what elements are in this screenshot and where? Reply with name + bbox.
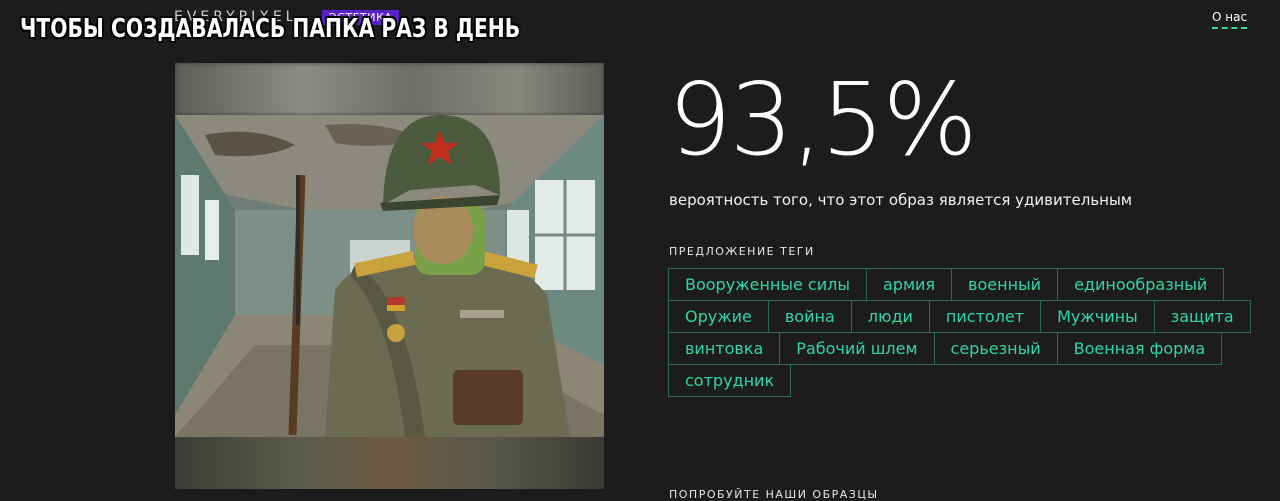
tag[interactable]: Оружие — [668, 300, 769, 333]
overlay-caption: ЧТОБЫ СОЗДАВАЛАСЬ ПАПКА РАЗ В ДЕНЬ — [20, 14, 521, 44]
tag[interactable]: защита — [1153, 300, 1251, 333]
tag-row: винтовка Рабочий шлем серьезный Военная … — [668, 332, 1268, 365]
tag[interactable]: армия — [865, 268, 953, 301]
tag[interactable]: люди — [850, 300, 930, 333]
image-blur-bottom — [175, 437, 604, 489]
tag-row: Вооруженные силы армия военный единообра… — [668, 268, 1268, 301]
tag-list: Вооруженные силы армия военный единообра… — [668, 268, 1268, 397]
tag[interactable]: единообразный — [1057, 268, 1225, 301]
image-blur-top — [175, 63, 604, 115]
uploaded-image — [175, 63, 604, 489]
aesthetics-score: 93,5% — [668, 61, 978, 178]
tag[interactable]: винтовка — [668, 332, 781, 365]
tag[interactable]: война — [767, 300, 852, 333]
soldier-photo — [175, 115, 604, 437]
tag[interactable]: серьезный — [933, 332, 1058, 365]
samples-label: ПОПРОБУЙТЕ НАШИ ОБРАЗЦЫ — [669, 488, 879, 501]
about-link[interactable]: О нас — [1212, 10, 1248, 29]
tag[interactable]: сотрудник — [668, 364, 792, 397]
tag[interactable]: Рабочий шлем — [779, 332, 935, 365]
tag-row: Оружие война люди пистолет Мужчины защит… — [668, 300, 1268, 333]
tag[interactable]: Мужчины — [1040, 300, 1155, 333]
tag[interactable]: военный — [951, 268, 1059, 301]
tag[interactable]: Вооруженные силы — [668, 268, 867, 301]
tag[interactable]: Военная форма — [1056, 332, 1223, 365]
tag-row: сотрудник — [668, 364, 1268, 397]
suggested-tags-label: ПРЕДЛОЖЕНИЕ ТЕГИ — [669, 245, 815, 258]
score-description: вероятность того, что этот образ являетс… — [669, 191, 1133, 209]
tag[interactable]: пистолет — [928, 300, 1042, 333]
